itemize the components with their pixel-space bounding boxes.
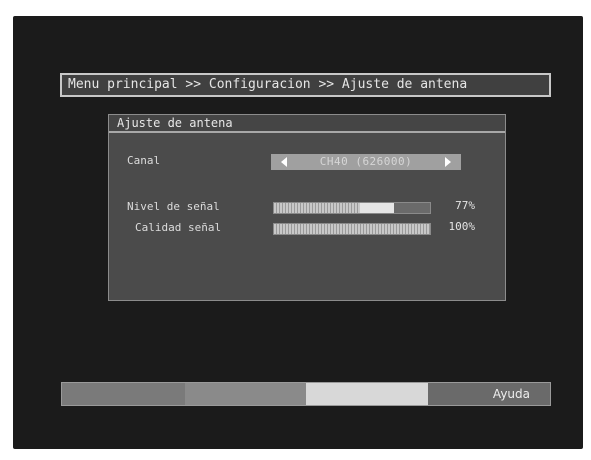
- signal-level-tip: [360, 203, 395, 213]
- signal-level-meter: [273, 202, 431, 214]
- arrow-right-icon[interactable]: [445, 157, 451, 167]
- bottom-segment-1[interactable]: [62, 383, 185, 405]
- signal-quality-label: Calidad señal: [135, 221, 222, 234]
- signal-level-value: 77%: [455, 199, 475, 212]
- bottom-segment-2[interactable]: [184, 383, 306, 405]
- signal-level-label: Nivel de señal: [127, 200, 220, 213]
- signal-quality-meter: [273, 223, 431, 235]
- bottom-bar: Ayuda: [61, 382, 551, 406]
- channel-label: Canal: [127, 154, 161, 167]
- bottom-segment-3[interactable]: [306, 383, 428, 405]
- channel-selector[interactable]: CH40 (626000): [271, 154, 461, 170]
- signal-quality-value: 100%: [448, 220, 476, 233]
- arrow-left-icon[interactable]: [281, 157, 287, 167]
- breadcrumb: Menu principal >> Configuracion >> Ajust…: [60, 73, 551, 97]
- help-button[interactable]: Ayuda: [427, 383, 550, 405]
- signal-quality-fill: [274, 224, 430, 234]
- panel-title: Ajuste de antena: [109, 115, 505, 133]
- antenna-settings-panel: Ajuste de antena Canal CH40 (626000) Niv…: [108, 114, 506, 301]
- channel-value: CH40 (626000): [319, 155, 413, 168]
- page: Menu principal >> Configuracion >> Ajust…: [0, 0, 591, 460]
